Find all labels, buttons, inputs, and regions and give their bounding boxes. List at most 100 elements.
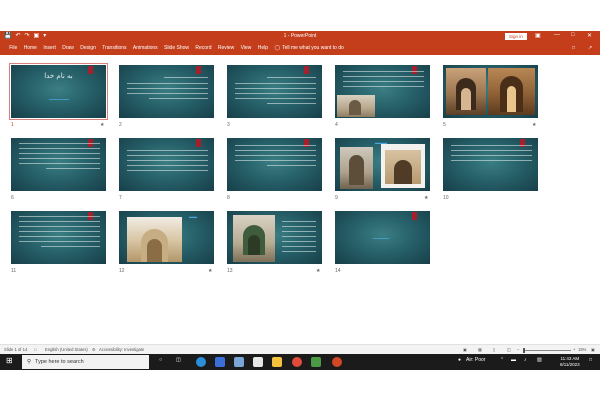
spellcheck-icon[interactable]: □ xyxy=(34,347,37,352)
transition-star-icon: ★ xyxy=(208,268,213,274)
text-line xyxy=(46,168,100,169)
system-clock[interactable]: 11:43 AM 8/11/2023 xyxy=(560,356,580,368)
slide-thumbnail-8[interactable] xyxy=(227,138,322,191)
text-line xyxy=(19,231,100,232)
text-line xyxy=(235,83,316,84)
text-line xyxy=(127,160,208,161)
slide-thumbnail-2[interactable] xyxy=(119,65,214,118)
weather-icon: ● xyxy=(458,357,462,363)
sign-in-button[interactable]: Sign in xyxy=(505,33,527,40)
weather-text[interactable]: Air: Poor xyxy=(466,357,485,363)
minimize-icon[interactable]: — xyxy=(554,32,560,38)
cortana-icon[interactable]: ○ xyxy=(159,357,162,363)
text-line xyxy=(235,150,316,151)
tab-file[interactable]: File xyxy=(6,45,20,52)
slide-header-bar xyxy=(196,139,201,147)
tab-help[interactable]: Help xyxy=(255,45,272,52)
tab-insert[interactable]: Insert xyxy=(40,45,59,52)
slide-thumbnail-1[interactable]: به نام خدا xyxy=(9,63,108,120)
keyboard-icon[interactable]: ▨ xyxy=(537,357,542,363)
tray-chevron-icon[interactable]: ⌃ xyxy=(500,357,504,363)
slide-photo xyxy=(337,95,375,117)
text-line xyxy=(282,246,316,247)
tab-animations[interactable]: Animations xyxy=(130,45,161,52)
zoom-out-icon[interactable]: – xyxy=(517,347,519,352)
share-icon[interactable]: ↗ xyxy=(588,45,592,51)
slide-thumbnail-6[interactable] xyxy=(11,138,106,191)
zoom-in-icon[interactable]: + xyxy=(573,347,575,352)
slide-thumbnail-9[interactable]: ▬▬▬ xyxy=(335,138,430,191)
text-line xyxy=(127,170,208,171)
ribbon-tabs: File Home Insert Draw Design Transitions… xyxy=(6,45,347,52)
text-line xyxy=(19,163,100,164)
comments-icon[interactable]: □ xyxy=(572,45,575,51)
zoom-slider[interactable] xyxy=(523,349,571,351)
windows-start-icon[interactable]: ⊞ xyxy=(6,356,13,365)
ribbon: File Home Insert Draw Design Transitions… xyxy=(0,42,600,55)
slide-thumbnail-3[interactable] xyxy=(227,65,322,118)
photos-icon[interactable] xyxy=(253,357,263,367)
normal-view-icon[interactable]: ▣ xyxy=(463,347,467,352)
notification-icon[interactable]: □ xyxy=(589,357,592,363)
network-icon[interactable]: ▬ xyxy=(511,357,516,363)
tab-review[interactable]: Review xyxy=(215,45,238,52)
accessibility-status[interactable]: Accessibility: Investigate xyxy=(99,347,144,352)
slide-number: 8 xyxy=(227,195,230,201)
tab-record[interactable]: Record xyxy=(192,45,215,52)
slide-thumbnail-10[interactable] xyxy=(443,138,538,191)
text-line xyxy=(127,150,208,151)
tell-me-box[interactable]: ◯ Tell me what you want to do xyxy=(271,45,347,52)
tab-transitions[interactable]: Transitions xyxy=(99,45,130,52)
slide-photo xyxy=(488,68,535,115)
close-icon[interactable]: ✕ xyxy=(587,32,592,39)
zoom-level[interactable]: 15% xyxy=(578,347,586,352)
slide-thumbnail-4[interactable] xyxy=(335,65,430,118)
slide-thumbnail-5[interactable] xyxy=(443,65,538,118)
slide-number: 11 xyxy=(11,268,17,274)
tab-draw[interactable]: Draw xyxy=(59,45,77,52)
slide-sorter-view-icon[interactable]: ▦ xyxy=(478,347,482,352)
ribbon-display-options-icon[interactable]: ▣ xyxy=(535,32,541,39)
status-bar: Slide 1 of 14 □ English (United States) … xyxy=(0,344,600,354)
slide-thumbnail-11[interactable] xyxy=(11,211,106,264)
tab-design[interactable]: Design xyxy=(77,45,99,52)
tab-slide-show[interactable]: Slide Show xyxy=(161,45,192,52)
slide-number: 7 xyxy=(119,195,122,201)
chrome-icon[interactable] xyxy=(292,357,302,367)
text-line xyxy=(282,241,316,242)
app-icon[interactable] xyxy=(311,357,321,367)
slide-thumbnail-13[interactable] xyxy=(227,211,322,264)
text-line xyxy=(235,160,316,161)
mail-icon[interactable] xyxy=(234,357,244,367)
slide-thumbnail-12[interactable]: ▬▬ xyxy=(119,211,214,264)
language-label[interactable]: English (United States) xyxy=(45,347,88,352)
zoom-slider-thumb[interactable] xyxy=(523,347,526,353)
reading-view-icon[interactable]: ▯ xyxy=(493,347,495,352)
task-view-icon[interactable]: ◫ xyxy=(176,357,181,363)
lightbulb-icon: ◯ xyxy=(274,45,281,51)
slide-title: به نام خدا xyxy=(44,72,73,80)
slide-show-view-icon[interactable]: ◫ xyxy=(507,347,511,352)
text-line xyxy=(451,155,532,156)
maximize-icon[interactable]: □ xyxy=(571,32,575,38)
slide-photo xyxy=(233,215,275,262)
text-line xyxy=(267,77,316,78)
store-icon[interactable] xyxy=(215,357,225,367)
text-line xyxy=(343,76,424,77)
slide-thumbnail-14[interactable] xyxy=(335,211,430,264)
text-line xyxy=(282,231,316,232)
edge-icon[interactable] xyxy=(196,357,206,367)
slide-thumbnail-7[interactable] xyxy=(119,138,214,191)
file-explorer-icon[interactable] xyxy=(272,357,282,367)
fit-to-window-icon[interactable]: ▣ xyxy=(591,347,595,352)
text-line xyxy=(19,216,100,217)
powerpoint-icon[interactable] xyxy=(332,357,342,367)
tab-view[interactable]: View xyxy=(237,45,254,52)
volume-icon[interactable]: ♪ xyxy=(524,357,527,363)
text-line xyxy=(267,103,316,104)
text-line xyxy=(164,77,208,78)
text-line xyxy=(149,98,208,99)
taskbar-search-box[interactable]: ⚲ Type here to search xyxy=(22,355,149,369)
text-line xyxy=(235,93,316,94)
tab-home[interactable]: Home xyxy=(20,45,40,52)
